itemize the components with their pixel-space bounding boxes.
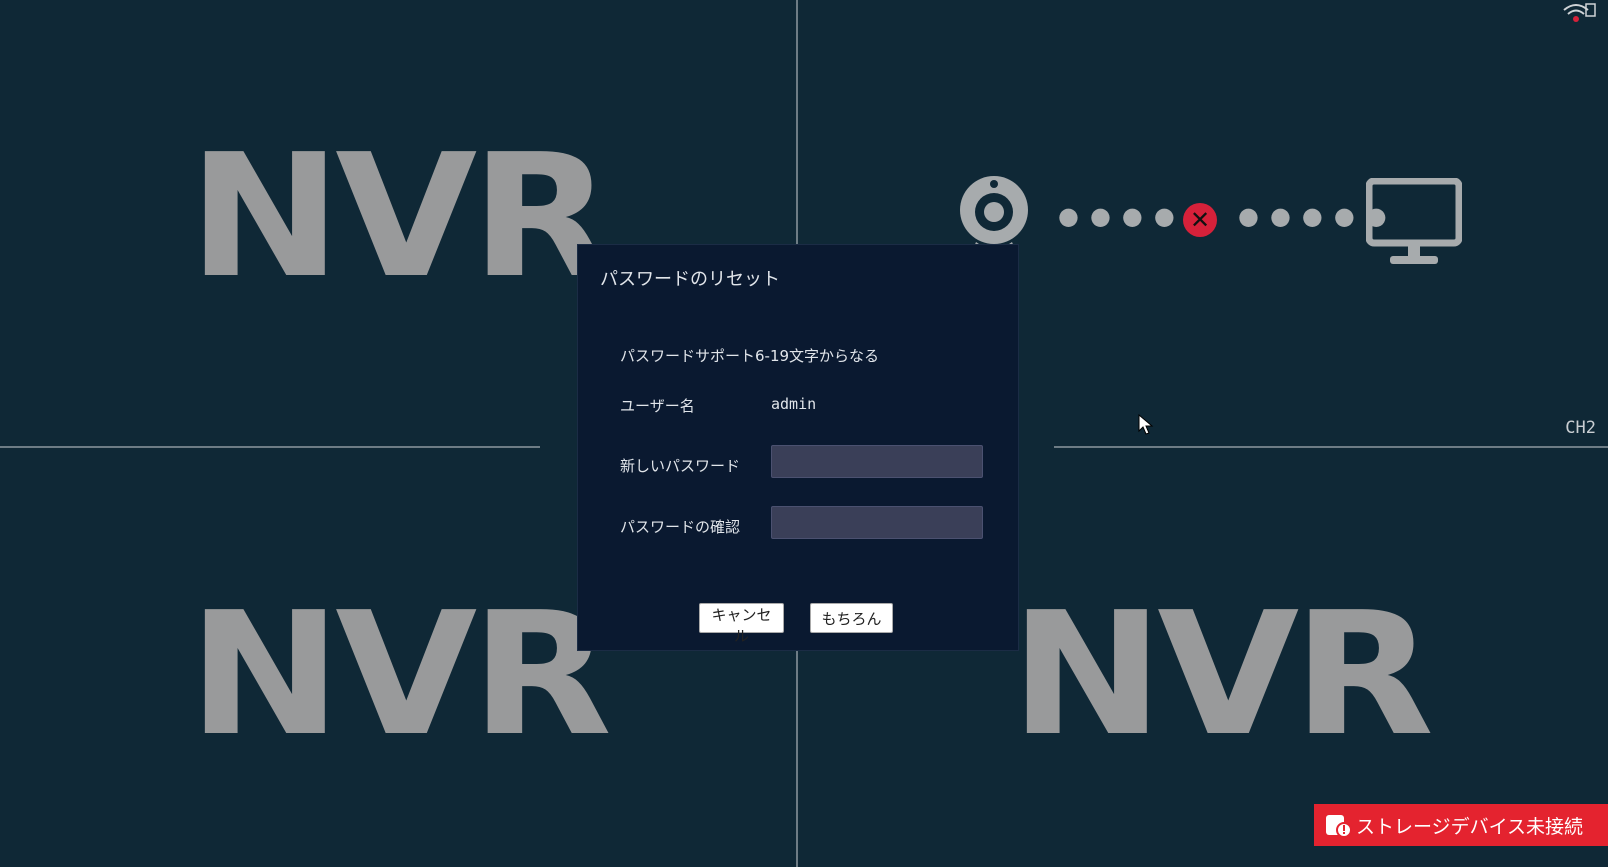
new-password-field[interactable] [771,445,983,478]
storage-warning-badge[interactable]: ストレージデバイス未接続 [1314,804,1608,846]
grid-divider-horizontal-left [0,446,540,448]
channel1-nvr-logo: NVR [188,118,612,316]
disconnect-icon: ✕ [1183,203,1217,237]
channel2-connection-status: ●●●●● ✕ ●●●●● [940,170,1480,270]
monitor-icon [1365,177,1463,272]
confirm-password-label: パスワードの確認 [620,518,741,536]
ok-button[interactable]: もちろん [810,603,893,633]
new-password-label: 新しいパスワード [620,457,741,475]
grid-divider-horizontal-right [1054,446,1608,448]
cursor-icon [1138,413,1154,440]
confirm-password-field[interactable] [771,506,983,539]
storage-warning-text: ストレージデバイス未接続 [1356,815,1584,838]
storage-warning-icon [1324,812,1352,838]
cancel-button[interactable]: キャンセル [699,603,784,645]
username-value: admin [771,395,817,413]
password-reset-dialog: パスワードのリセット パスワードサポート6-19文字からなる ユーザー名 adm… [577,244,1019,651]
channel3-nvr-logo: NVR [188,576,612,774]
username-label: ユーザー名 [620,397,695,415]
nvr-live-view: NVR NVR NVR ●●●●● ✕ ●●●●● CH2 パスワードのリセット… [0,0,1608,867]
channel4-nvr-logo: NVR [1010,576,1434,774]
dialog-title: パスワードのリセット [600,269,780,290]
wifi-icon[interactable] [1562,2,1596,28]
password-rule-hint: パスワードサポート6-19文字からなる [620,347,880,365]
channel2-label: CH2 [1565,418,1596,438]
